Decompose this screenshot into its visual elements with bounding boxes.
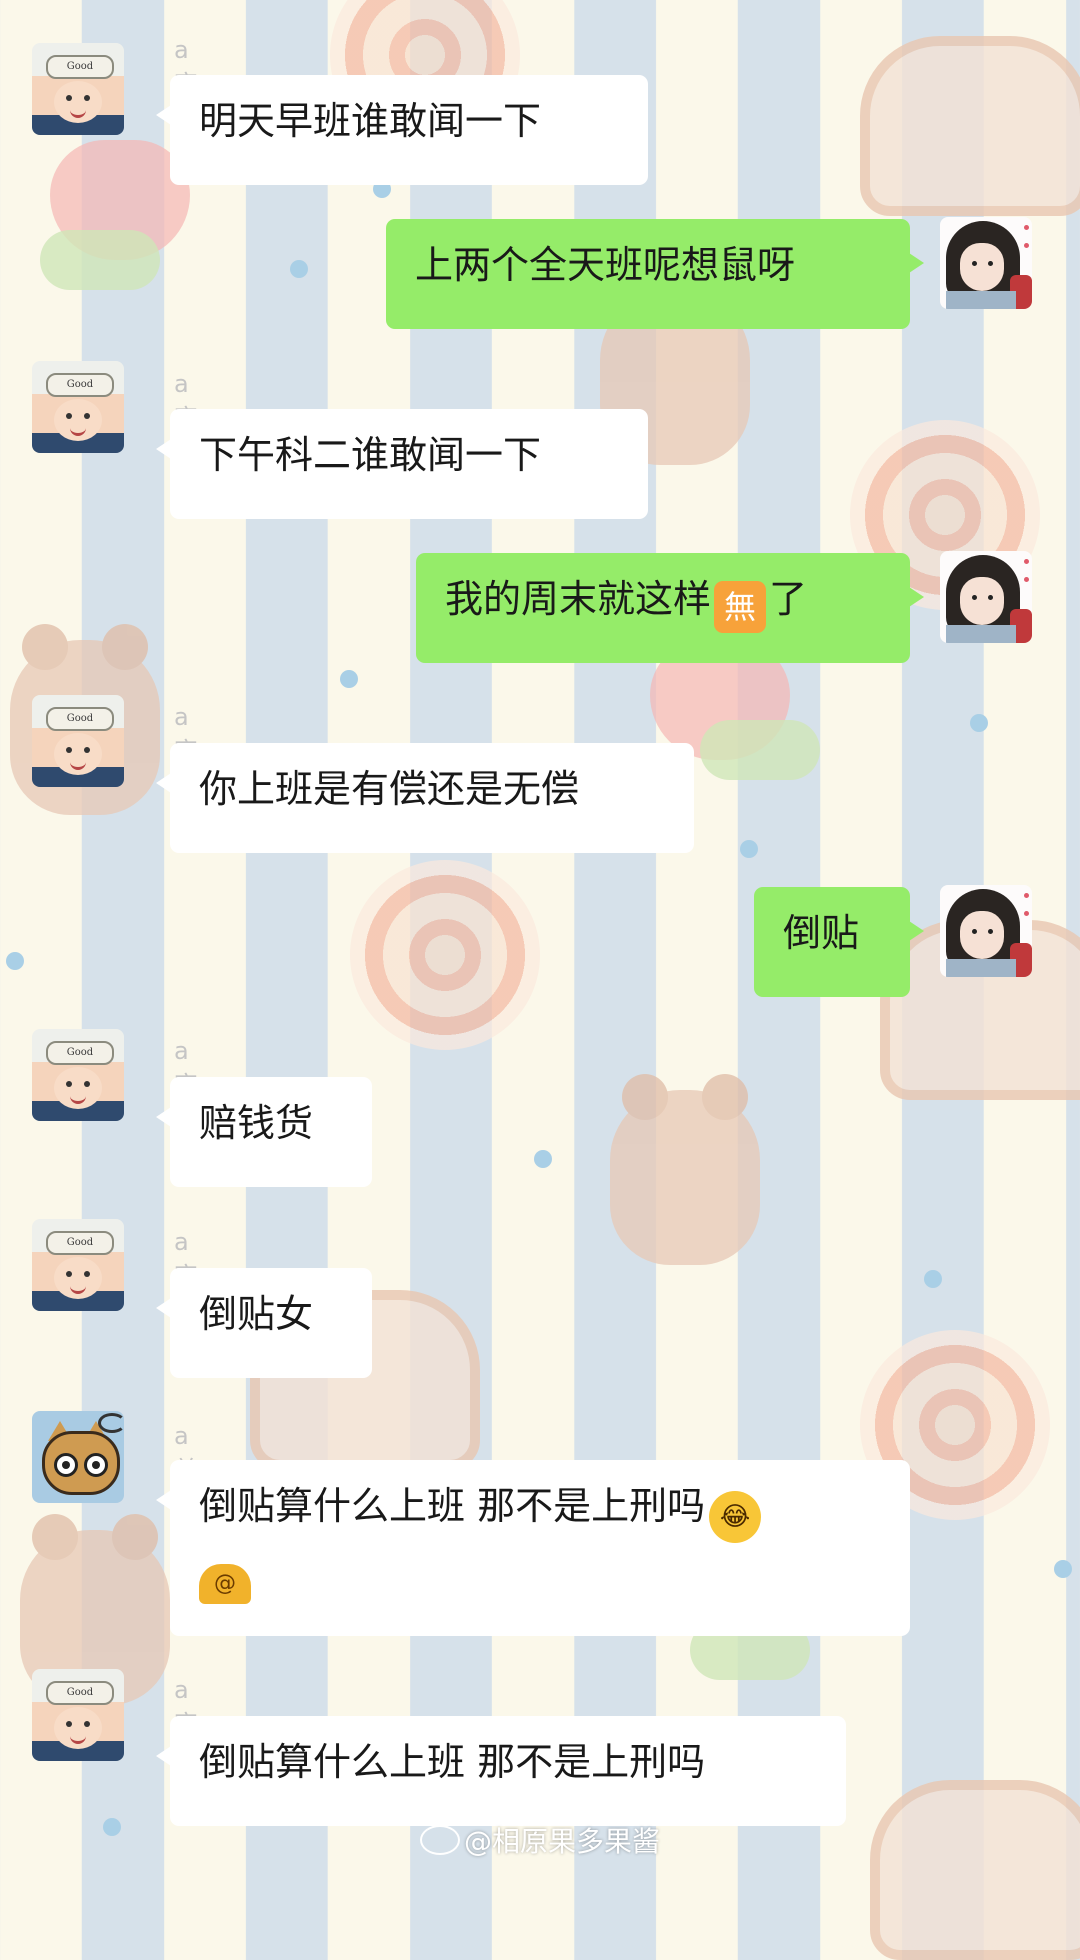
avatar-wanru[interactable]: Good Morning [32, 1029, 124, 1121]
message-bubble[interactable]: 我的周末就这样無了 [416, 553, 924, 663]
avatar-me[interactable] [940, 551, 1032, 643]
avatar-me[interactable] [940, 885, 1032, 977]
avatar-wanru[interactable]: Good Morning [32, 43, 124, 135]
avatar-yangyang[interactable] [32, 1411, 124, 1503]
weibo-logo-icon [419, 1825, 460, 1855]
hat-text: Good Morning [46, 55, 114, 79]
hat-text: Good Morning [46, 1681, 114, 1705]
avatar-wanru[interactable]: Good Morning [32, 1219, 124, 1311]
message-bubble[interactable]: 倒贴 [754, 887, 924, 997]
snail-icon: @ [199, 1564, 251, 1604]
message-bubble[interactable]: 倒贴女 [156, 1268, 372, 1378]
watermark-text: @相原果多果酱 [463, 1825, 660, 1858]
avatar-wanru[interactable]: Good Morning [32, 695, 124, 787]
message-bubble[interactable]: 上两个全天班呢想鼠呀 [386, 219, 924, 329]
avatar-wanru[interactable]: Good Morning [32, 1669, 124, 1761]
hat-text: Good Morning [46, 1041, 114, 1065]
weibo-watermark: @相原果多果酱 [0, 1820, 1080, 1860]
hat-text: Good Morning [46, 1231, 114, 1255]
message-text: 了 [769, 577, 808, 621]
mu-emoji-icon: 無 [714, 581, 767, 633]
message-bubble[interactable]: 下午科二谁敢闻一下 [156, 409, 648, 519]
message-text: 倒贴算什么上班 那不是上刑吗 [199, 1484, 706, 1528]
message-text: 我的周末就这样 [445, 577, 712, 621]
message-bubble[interactable]: 赔钱货 [156, 1077, 372, 1187]
message-bubble[interactable]: 明天早班谁敢闻一下 [156, 75, 648, 185]
avatar-wanru[interactable]: Good Morning [32, 361, 124, 453]
hat-text: Good Morning [46, 707, 114, 731]
face-with-tears-of-joy-icon: 😂 [709, 1491, 762, 1543]
message-bubble[interactable]: 倒贴算什么上班 那不是上刑吗 [156, 1716, 846, 1826]
avatar-me[interactable] [940, 217, 1032, 309]
message-bubble[interactable]: 倒贴算什么上班 那不是上刑吗 😂 @ [156, 1460, 910, 1636]
hat-text: Good Morning [46, 373, 114, 397]
message-bubble[interactable]: 你上班是有偿还是无偿 [156, 743, 694, 853]
